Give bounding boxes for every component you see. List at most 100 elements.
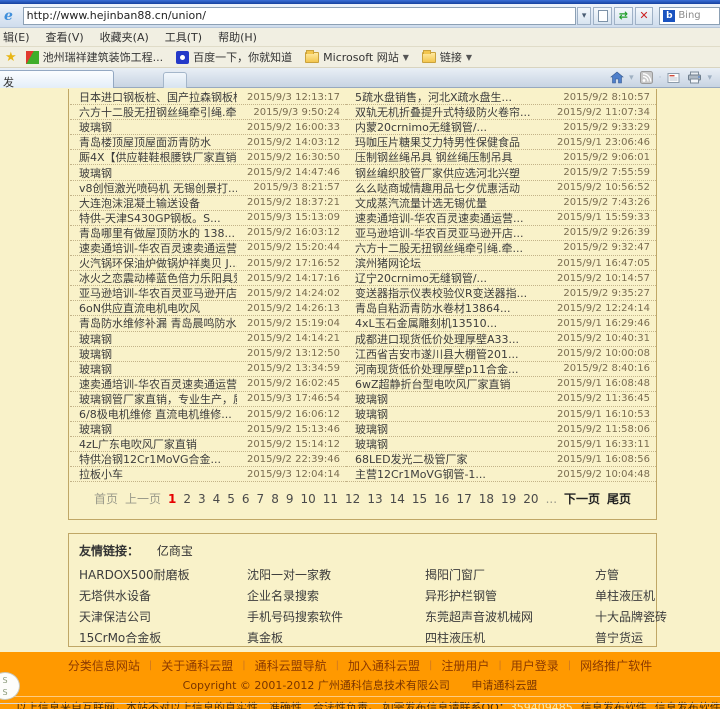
friend-link[interactable]: 四柱液压机 [425,629,595,646]
page-number-19[interactable]: 19 [501,492,516,506]
footer-nav-link[interactable]: 关于通科云盟 [161,657,233,674]
listing-link[interactable]: 6wZ超静折台型电吹风厂家直销 [355,376,547,392]
listing-link[interactable]: v8创恒激光喷码机 无锡创景打... [79,180,237,196]
listing-link[interactable]: 玻璃钢 [79,165,237,181]
page-menu-button[interactable] [665,70,682,85]
listing-link[interactable]: 特供冶钢12Cr1MoVG合金... [79,451,237,467]
page-number-18[interactable]: 18 [479,492,494,506]
friend-link[interactable]: 十大品牌瓷砖 [595,608,667,625]
favorite-folder-microsoft[interactable]: Microsoft 网站 ▼ [301,48,413,66]
listing-link[interactable]: 冰火之恋震动棒蓝色倍力乐阳具爱... [79,270,237,286]
print-button[interactable] [686,70,703,85]
favorite-item-site[interactable]: 池州瑞祥建筑装饰工程... [22,48,168,66]
listing-link[interactable]: 亚马逊培训-华农百灵亚马逊开店... [355,225,547,241]
home-button[interactable] [608,70,625,85]
page-number-7[interactable]: 7 [257,492,265,506]
listing-link[interactable]: 厮4X【供应鞋鞋根腰铁厂家直销... [79,149,237,165]
listing-link[interactable]: 速卖通培训-华农百灵速卖通运营... [79,240,237,256]
listing-link[interactable]: 日本进口钢板桩、国产拉森钢板桩... [79,89,237,105]
url-dropdown-button[interactable]: ▾ [577,7,592,25]
listing-link[interactable]: 双轨无机折叠提升式特级防火卷帘... [355,104,547,120]
favorites-star-icon[interactable]: ★ [5,50,17,65]
page-number-20[interactable]: 20 [523,492,538,506]
page-number-3[interactable]: 3 [198,492,206,506]
footer-nav-link[interactable]: 通科云盟导航 [255,657,327,674]
friend-link[interactable]: 揭阳门窗厂 [425,566,595,583]
stop-button[interactable]: ✕ [635,7,654,25]
listing-link[interactable]: 玻璃钢 [355,391,547,407]
friend-link[interactable]: 异形护栏钢管 [425,587,595,604]
listing-link[interactable]: 文成蒸汽流量计选无锡优量 [355,195,547,211]
footer-nav-link[interactable]: 注册用户 [441,657,489,674]
menu-tools[interactable]: 工具(T) [165,29,202,45]
url-input[interactable] [23,7,576,25]
page-number-11[interactable]: 11 [323,492,338,506]
page-number-5[interactable]: 5 [227,492,235,506]
listing-link[interactable]: 特供-天津S430GP钢板。S... [79,210,237,226]
listing-link[interactable]: 玻璃钢 [79,361,237,377]
page-number-17[interactable]: 17 [456,492,471,506]
page-number-14[interactable]: 14 [390,492,405,506]
menu-favorites[interactable]: 收藏夹(A) [100,29,149,45]
friend-link-featured[interactable]: 亿商宝 [157,544,193,558]
listing-link[interactable]: 青岛楼顶屋顶屋面沥青防水 [79,134,237,150]
footer-nav-link[interactable]: 网络推广软件 [580,657,652,674]
floating-widget[interactable]: S S [0,672,20,700]
listing-link[interactable]: 玛咖压片糖果艾力特男性保健食品 [355,134,547,150]
chevron-down-icon[interactable]: ▾ [629,73,634,83]
page-number-2[interactable]: 2 [183,492,191,506]
page-number-15[interactable]: 15 [412,492,427,506]
listing-link[interactable]: 拉板小车 [79,466,237,482]
listing-link[interactable]: 速卖通培训-华农百灵速卖通运营... [355,210,547,226]
page-number-8[interactable]: 8 [271,492,279,506]
listing-link[interactable]: 玻璃钢 [355,436,547,452]
page-number-10[interactable]: 10 [300,492,315,506]
menu-edit[interactable]: 辑(E) [3,29,30,45]
search-box[interactable]: b Bing [659,7,720,25]
listing-link[interactable]: 6/8极电机维修 直流电机维修... [79,406,237,422]
listing-link[interactable]: 钢丝编织胶管厂家供应选河北兴塑 [355,165,547,181]
listing-link[interactable]: 主营12Cr1MoVG钢管-1... [355,466,547,482]
page-reload-button[interactable] [593,7,612,25]
listing-link[interactable]: 六方十二股无扭钢丝绳牵引绳.牵... [355,240,547,256]
active-tab[interactable]: 发 [0,70,114,88]
menu-view[interactable]: 查看(V) [46,29,84,45]
listing-link[interactable]: 玻璃钢 [355,421,547,437]
listing-link[interactable]: 玻璃钢 [79,331,237,347]
listing-link[interactable]: 内蒙20crnimo无缝钢管/... [355,119,547,135]
page-number-13[interactable]: 13 [367,492,382,506]
refresh-button[interactable]: ⇄ [614,7,633,25]
friend-link[interactable]: 无塔供水设备 [79,587,247,604]
page-number-9[interactable]: 9 [286,492,294,506]
friend-link[interactable]: 15CrMo合金板 [79,629,247,646]
pagination-first[interactable]: 首页 [94,490,118,507]
footer-nav-link[interactable]: 分类信息网站 [68,657,140,674]
friend-link[interactable]: HARDOX500耐磨板 [79,566,247,583]
listing-link[interactable]: 玻璃钢 [79,421,237,437]
listing-link[interactable]: 速卖通培训-华农百灵速卖通运营... [79,376,237,392]
listing-link[interactable]: 大连泡沫混凝土输送设备 [79,195,237,211]
friend-link[interactable]: 手机号码搜索软件 [247,608,425,625]
listing-link[interactable]: 么么哒商城情趣用品七夕优惠活动 [355,180,547,196]
page-number-1[interactable]: 1 [168,492,176,506]
listing-link[interactable]: 青岛自粘沥青防水卷材13864... [355,300,547,316]
pagination-last[interactable]: 尾页 [607,490,631,507]
page-number-6[interactable]: 6 [242,492,250,506]
pagination-next[interactable]: 下一页 [564,490,600,507]
new-tab-button[interactable] [163,72,187,88]
footer-nav-link[interactable]: 加入通科云盟 [348,657,420,674]
listing-link[interactable]: 玻璃钢 [355,406,547,422]
listing-link[interactable]: 68LED发光二极管厂家 [355,451,547,467]
listing-link[interactable]: 六方十二股无扭钢丝绳牵引绳.牵... [79,104,237,120]
page-number-16[interactable]: 16 [434,492,449,506]
friend-link[interactable]: 沈阳一对一家教 [247,566,425,583]
apply-link[interactable]: 申请通科云盟 [471,679,537,692]
listing-link[interactable]: 亚马逊培训-华农百灵亚马逊开店... [79,285,237,301]
listing-link[interactable]: 压制钢丝绳吊具 钢丝绳压制吊具 [355,149,547,165]
listing-link[interactable]: 变送器指示仪表校验仪R变送器指... [355,285,547,301]
listing-link[interactable]: 5疏水盘销售，河北X疏水盘生... [355,89,547,105]
listing-link[interactable]: 河南现货低价处理厚壁p11合金... [355,361,547,377]
listing-link[interactable]: 成都进口现货低价处理厚壁A33... [355,331,547,347]
listing-link[interactable]: 4zL广东电吹风厂家直销 [79,436,237,452]
friend-link[interactable]: 普宁货运 [595,629,667,646]
